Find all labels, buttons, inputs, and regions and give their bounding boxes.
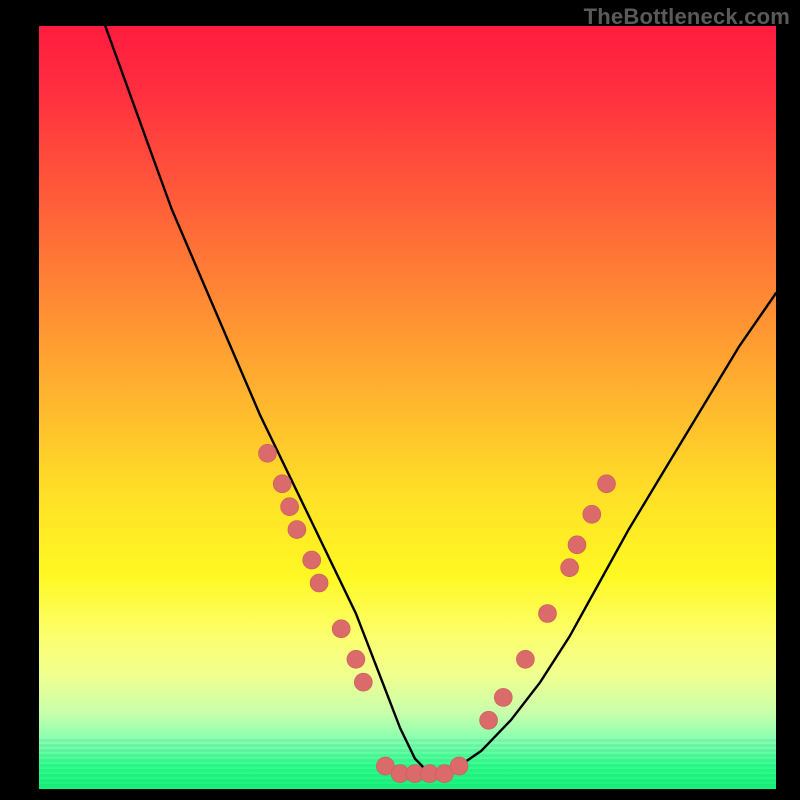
data-point — [303, 551, 321, 569]
data-point — [583, 505, 601, 523]
chart-frame: TheBottleneck.com — [0, 0, 800, 800]
data-point — [516, 650, 534, 668]
data-point — [281, 498, 299, 516]
data-point — [561, 559, 579, 577]
curve-layer — [39, 26, 776, 789]
data-point — [598, 475, 616, 493]
watermark-text: TheBottleneck.com — [584, 4, 790, 30]
bottleneck-curve — [105, 26, 776, 774]
data-point — [480, 711, 498, 729]
data-point — [273, 475, 291, 493]
plot-area — [39, 26, 776, 789]
data-point — [568, 536, 586, 554]
data-points — [259, 444, 616, 782]
data-point — [288, 521, 306, 539]
data-point — [259, 444, 277, 462]
data-point — [539, 605, 557, 623]
data-point — [310, 574, 328, 592]
data-point — [332, 620, 350, 638]
data-point — [347, 650, 365, 668]
data-point — [354, 673, 372, 691]
data-point — [450, 757, 468, 775]
data-point — [494, 688, 512, 706]
